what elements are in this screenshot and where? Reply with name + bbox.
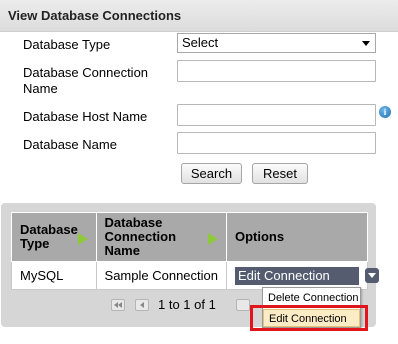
column-header-conn-name-line1: Database: [104, 215, 163, 230]
cell-options: Edit Connection: [226, 261, 379, 290]
connections-table: Database Type Database Connection Name O…: [11, 212, 379, 290]
host-name-label: Database Host Name: [23, 109, 148, 124]
options-dropdown-icon[interactable]: [365, 267, 379, 283]
title-bar: View Database Connections: [0, 0, 398, 32]
highlight-annotation-box: [250, 305, 368, 331]
page-title: View Database Connections: [8, 8, 182, 23]
column-header-options-label: Options: [235, 229, 285, 244]
options-select[interactable]: Edit Connection: [235, 266, 379, 285]
db-type-select[interactable]: Select: [177, 33, 376, 53]
column-header-options: Options: [226, 212, 368, 262]
first-page-icon[interactable]: [111, 299, 125, 311]
sort-arrow-icon: [208, 233, 218, 245]
reset-button[interactable]: Reset: [252, 163, 308, 184]
conn-name-field[interactable]: [177, 60, 376, 82]
conn-name-label-line1: Database Connection: [23, 65, 149, 80]
cell-db-type: MySQL: [11, 261, 97, 290]
column-header-db-type-line1: Database: [20, 222, 78, 237]
info-icon[interactable]: i: [379, 106, 391, 118]
pager-text: 1 to 1 of 1: [158, 297, 216, 312]
previous-page-icon[interactable]: [135, 299, 149, 311]
conn-name-label-line2: Name: [23, 81, 58, 96]
db-type-label: Database Type: [23, 37, 111, 52]
sort-arrow-icon: [77, 233, 88, 245]
cell-conn-name: Sample Connection: [95, 261, 228, 290]
column-header-db-type[interactable]: Database Type: [11, 212, 97, 262]
table-row: MySQL Sample Connection Edit Connection: [11, 261, 379, 290]
column-header-conn-name[interactable]: Database Connection Name: [95, 212, 228, 262]
options-select-value: Edit Connection: [238, 267, 330, 283]
db-name-label: Database Name: [23, 137, 117, 152]
search-button[interactable]: Search: [181, 163, 242, 184]
chevron-down-icon: [362, 41, 370, 46]
db-name-field[interactable]: [177, 132, 376, 154]
column-header-conn-name-line2: Connection: [104, 229, 177, 244]
host-name-field[interactable]: [177, 104, 376, 126]
db-type-select-value: Select: [182, 35, 219, 50]
column-header-conn-name-line3: Name: [104, 243, 140, 258]
next-page-icon[interactable]: [236, 299, 250, 311]
column-header-db-type-line2: Type: [20, 236, 50, 251]
